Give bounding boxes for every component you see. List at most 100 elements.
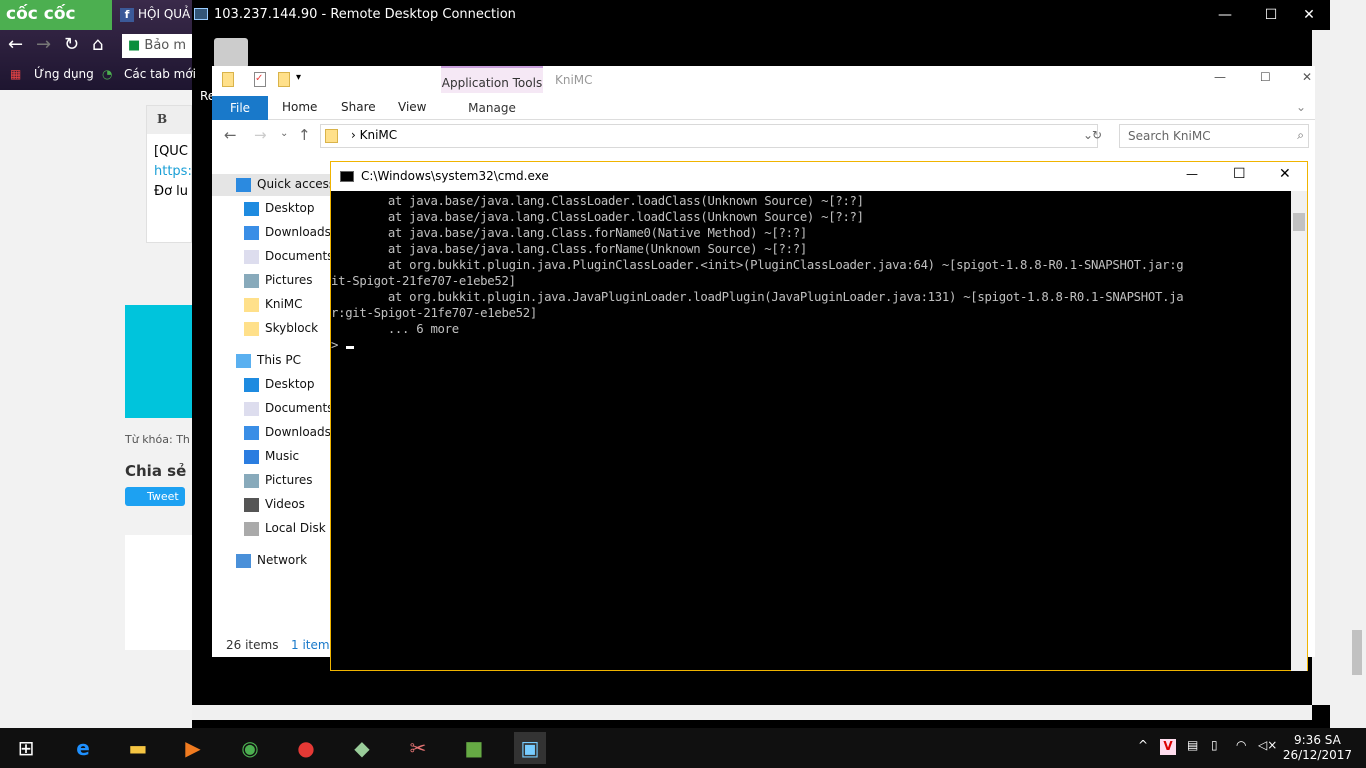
apps-icon: ▦ bbox=[10, 67, 22, 81]
nav-item-skyblock[interactable]: Skyblock bbox=[212, 318, 330, 340]
keywords: Từ khóa: Th bbox=[125, 433, 190, 446]
refresh-icon[interactable]: ↻ bbox=[1092, 128, 1102, 142]
battery-icon[interactable]: ▯ bbox=[1211, 738, 1218, 752]
address-bar[interactable]: ■ Bảo m bbox=[122, 34, 192, 58]
tab-view[interactable]: View bbox=[398, 100, 426, 114]
expand-ribbon-icon[interactable]: ⌄ bbox=[1296, 100, 1306, 114]
recycle-bin-icon[interactable] bbox=[214, 38, 248, 68]
browser-tab[interactable]: f HỘI QUẢ bbox=[112, 0, 192, 30]
reload-icon[interactable]: ↻ bbox=[64, 34, 79, 55]
nav-item-desktop[interactable]: Desktop bbox=[212, 374, 330, 396]
network-icon bbox=[236, 554, 251, 568]
new-folder-icon[interactable] bbox=[278, 72, 290, 87]
maximize-button[interactable]: ☐ bbox=[1260, 70, 1271, 84]
nav-item-label: This PC bbox=[257, 353, 301, 367]
nav-item-pictures[interactable]: Pictures bbox=[212, 470, 330, 492]
cmd-scrollbar[interactable] bbox=[1291, 191, 1307, 671]
remote-desktop-icon[interactable]: ▣ bbox=[514, 732, 546, 764]
app-icon[interactable]: ◆ bbox=[346, 732, 378, 764]
action-center-icon[interactable]: ▤ bbox=[1187, 738, 1198, 752]
nav-item-quick-access[interactable]: Quick access bbox=[212, 174, 330, 196]
tweet-button[interactable]: Tweet bbox=[125, 487, 185, 506]
nav-item-pictures[interactable]: Pictures bbox=[212, 270, 330, 292]
file-explorer-icon[interactable]: ▬ bbox=[122, 732, 154, 764]
edge-icon[interactable]: e bbox=[67, 732, 99, 764]
nav-item-desktop[interactable]: Desktop bbox=[212, 198, 330, 220]
back-icon[interactable]: ← bbox=[224, 126, 237, 144]
bookmark-apps[interactable]: Ứng dụng bbox=[34, 67, 94, 81]
console-line: ... 6 more bbox=[331, 322, 459, 336]
back-icon[interactable]: ← bbox=[8, 34, 23, 55]
home-icon[interactable]: ⌂ bbox=[92, 34, 103, 55]
nav-item-music[interactable]: Music bbox=[212, 446, 330, 468]
close-button[interactable]: ✕ bbox=[1279, 166, 1291, 182]
antivirus-icon[interactable]: V bbox=[1160, 739, 1176, 755]
nav-item-videos[interactable]: Videos bbox=[212, 494, 330, 516]
minimize-button[interactable]: — bbox=[1214, 70, 1226, 84]
properties-icon[interactable]: ✓ bbox=[254, 72, 266, 87]
bold-button[interactable]: B bbox=[147, 106, 191, 134]
nav-item-this-pc[interactable]: This PC bbox=[212, 350, 330, 372]
wifi-icon[interactable]: ◠ bbox=[1236, 738, 1246, 752]
pictures-icon bbox=[244, 274, 259, 288]
comment-editor[interactable]: B [QUC https: Đơ lu bbox=[146, 105, 192, 243]
maximize-button[interactable]: ☐ bbox=[1233, 166, 1246, 182]
nav-item-documents[interactable]: Documents bbox=[212, 398, 330, 420]
browser-scrollbar[interactable] bbox=[1330, 0, 1366, 728]
nav-item-label: KniMC bbox=[265, 297, 303, 311]
show-hidden-icons[interactable]: ^ bbox=[1138, 738, 1148, 752]
ribbon-tabs: Home Share View ⌄ bbox=[212, 95, 1315, 120]
tab-home[interactable]: Home bbox=[282, 100, 317, 114]
editor-line: Đơ lu bbox=[154, 184, 189, 199]
nav-item-label: Local Disk (C:) bbox=[265, 521, 330, 535]
facebook-icon: f bbox=[120, 8, 134, 22]
folder-icon[interactable] bbox=[222, 72, 234, 87]
folder-icon bbox=[244, 322, 259, 336]
status-bar: 26 items 1 item s bbox=[212, 635, 330, 657]
snipping-tool-icon[interactable]: ✂ bbox=[402, 732, 434, 764]
recent-dropdown-icon[interactable]: ⌄ bbox=[280, 128, 288, 139]
close-button[interactable]: ✕ bbox=[1286, 0, 1332, 30]
date: 26/12/2017 bbox=[1282, 748, 1352, 762]
clock[interactable]: 9:36 SA 26/12/2017 bbox=[1283, 733, 1352, 763]
coccoc-logo[interactable]: cốc cốc bbox=[0, 0, 112, 30]
console-output[interactable]: at java.base/java.lang.ClassLoader.loadC… bbox=[331, 191, 1291, 671]
cursor bbox=[346, 346, 355, 349]
tab-file[interactable]: File bbox=[212, 96, 268, 120]
forward-icon[interactable]: → bbox=[36, 34, 51, 55]
address-text: KniMC bbox=[359, 128, 398, 142]
minecraft-icon[interactable]: ■ bbox=[458, 732, 490, 764]
search-icon: ⌕ bbox=[1297, 128, 1304, 142]
taskbar: ⊞ e ▬ ▶ ◉ ● ◆ ✂ ■ ▣ ^ V ▤ ▯ ◠ ◁× 9:36 SA… bbox=[0, 728, 1366, 768]
nav-item-network[interactable]: Network bbox=[212, 550, 330, 572]
coccoc-icon[interactable]: ● bbox=[290, 732, 322, 764]
volume-muted-icon[interactable]: ◁× bbox=[1258, 738, 1277, 752]
editor-link[interactable]: https: bbox=[154, 162, 191, 182]
start-icon[interactable]: ⊞ bbox=[10, 732, 42, 764]
rdp-horizontal-scrollbar[interactable] bbox=[192, 705, 1312, 720]
forward-icon[interactable]: → bbox=[254, 126, 267, 144]
cmd-window: C:\Windows\system32\cmd.exe — ☐ ✕ at jav… bbox=[330, 161, 1308, 671]
customize-dropdown-icon[interactable]: ▾ bbox=[296, 72, 301, 83]
nav-item-local-disk-c-[interactable]: Local Disk (C:) bbox=[212, 518, 330, 540]
banner bbox=[125, 305, 192, 418]
nav-item-documents[interactable]: Documents bbox=[212, 246, 330, 268]
tab-share[interactable]: Share bbox=[341, 100, 376, 114]
address-bar[interactable]: › KniMC ⌄ bbox=[320, 124, 1098, 148]
rdp-title: 103.237.144.90 - Remote Desktop Connecti… bbox=[214, 7, 516, 22]
close-button[interactable]: ✕ bbox=[1302, 70, 1312, 84]
media-player-icon[interactable]: ▶ bbox=[177, 732, 209, 764]
search-input[interactable]: Search KniMC ⌕ bbox=[1119, 124, 1309, 148]
up-icon[interactable]: ↑ bbox=[298, 126, 311, 144]
bookmark-new-tabs[interactable]: Các tab mới bbox=[124, 67, 196, 81]
console-line: at java.base/java.lang.ClassLoader.loadC… bbox=[331, 194, 864, 208]
minimize-button[interactable]: — bbox=[1186, 167, 1198, 181]
context-tab-label: Application Tools bbox=[441, 76, 543, 90]
nav-item-downloads[interactable]: Downloads bbox=[212, 422, 330, 444]
console-line: it-Spigot-21fe707-e1ebe52] bbox=[331, 274, 516, 288]
idm-icon[interactable]: ◉ bbox=[234, 732, 266, 764]
nav-item-downloads[interactable]: Downloads bbox=[212, 222, 330, 244]
videos-icon bbox=[244, 498, 259, 512]
minimize-button[interactable]: — bbox=[1202, 0, 1248, 30]
nav-item-knimc[interactable]: KniMC bbox=[212, 294, 330, 316]
